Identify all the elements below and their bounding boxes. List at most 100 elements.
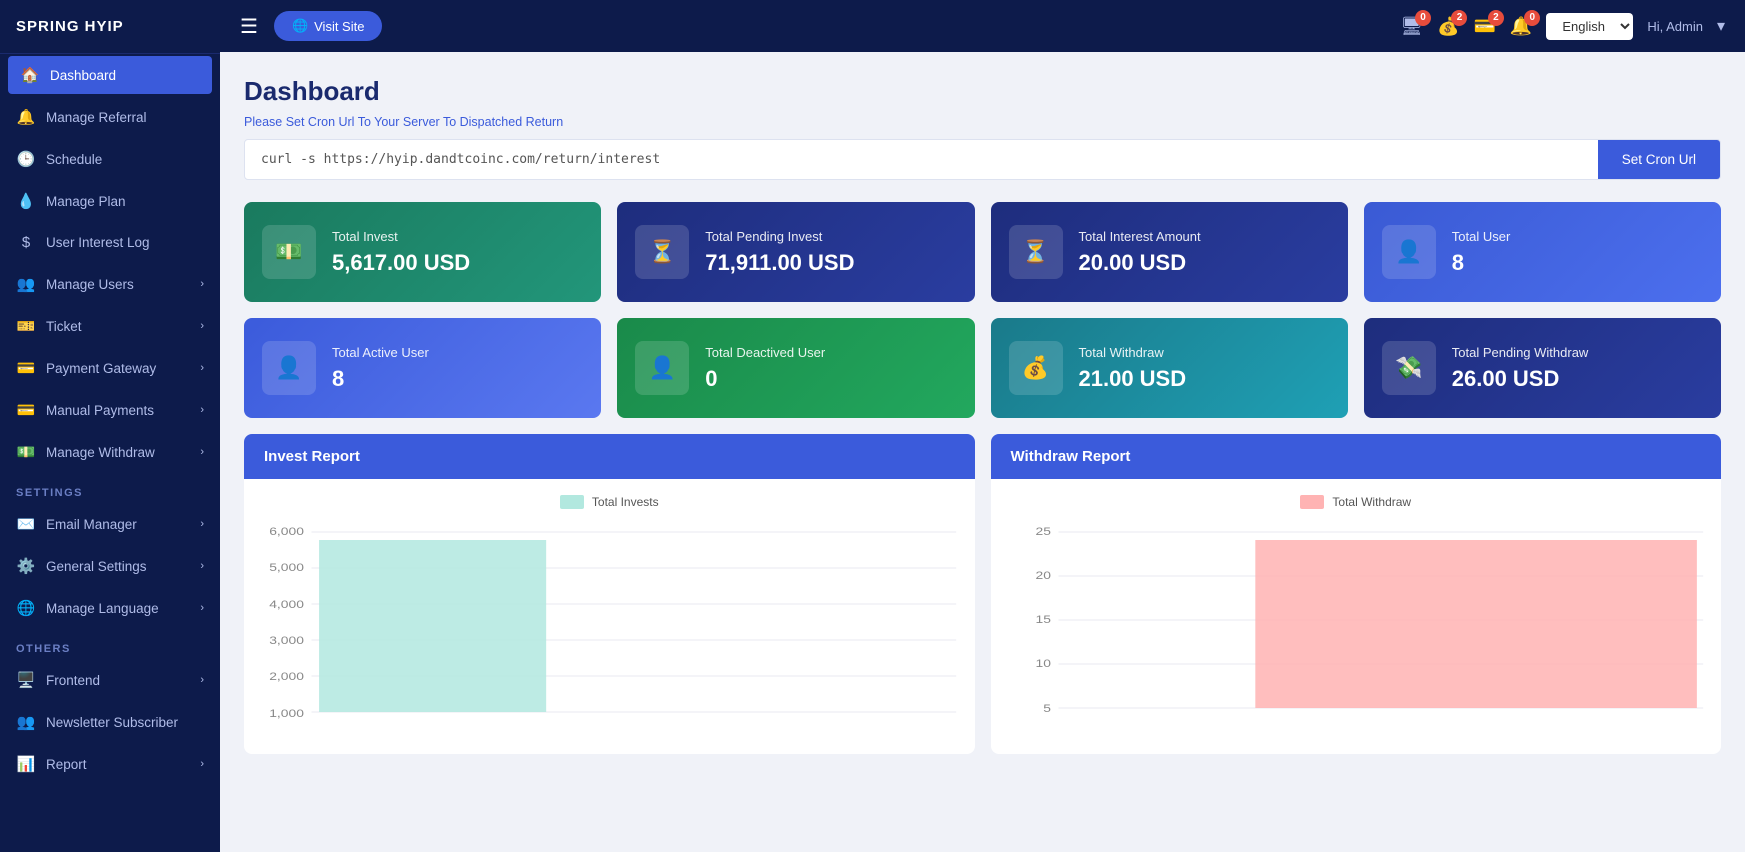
sidebar-item-manage-language[interactable]: 🌐 Manage Language › <box>0 587 220 629</box>
ticket-icon: 🎫 <box>16 317 36 335</box>
settings-section-label: SETTINGS <box>0 473 220 503</box>
chevron-right-icon: › <box>200 674 204 686</box>
sidebar-item-ticket[interactable]: 🎫 Ticket › <box>0 305 220 347</box>
sidebar-item-label: Newsletter Subscriber <box>46 715 178 730</box>
app-logo: SPRING HYIP <box>0 0 220 54</box>
cron-bar: curl -s https://hyip.dandtcoinc.com/retu… <box>244 139 1721 180</box>
stat-value: 5,617.00 USD <box>332 250 583 276</box>
sidebar-item-manage-referral[interactable]: 🔔 Manage Referral <box>0 96 220 138</box>
sidebar-item-label: Payment Gateway <box>46 361 156 376</box>
chevron-right-icon: › <box>200 320 204 332</box>
dashboard-icon: 🏠 <box>20 66 40 84</box>
hamburger-icon[interactable]: ☰ <box>240 14 258 39</box>
stat-value: 71,911.00 USD <box>705 250 956 276</box>
sidebar-item-label: Dashboard <box>50 68 116 83</box>
sidebar-item-label: User Interest Log <box>46 235 150 250</box>
sidebar-item-label: Manage Language <box>46 601 159 616</box>
user-icon: 👤 <box>1382 225 1436 279</box>
manual-payment-icon: 💳 <box>16 401 36 419</box>
stat-card-total-withdraw: 💰 Total Withdraw 21.00 USD <box>991 318 1348 418</box>
svg-text:5: 5 <box>1043 702 1051 714</box>
email-icon: ✉️ <box>16 515 36 533</box>
set-cron-button[interactable]: Set Cron Url <box>1598 140 1720 179</box>
invest-chart-body: Total Invests 6,000 5,000 4,000 3,000 2,… <box>244 479 975 754</box>
stat-card-total-invest: 💵 Total Invest 5,617.00 USD <box>244 202 601 302</box>
chevron-right-icon: › <box>200 404 204 416</box>
wallet-badge: 2 <box>1451 10 1467 26</box>
sidebar-item-user-interest-log[interactable]: $ User Interest Log <box>0 222 220 263</box>
stat-value: 21.00 USD <box>1079 366 1330 392</box>
frontend-icon: 🖥️ <box>16 671 36 689</box>
monitor-badge: 0 <box>1415 10 1431 26</box>
card-icon-wrap[interactable]: 💳 2 <box>1473 16 1495 37</box>
svg-text:3,000: 3,000 <box>269 634 304 646</box>
sidebar-item-manual-payments[interactable]: 💳 Manual Payments › <box>0 389 220 431</box>
stat-label: Total Interest Amount <box>1079 229 1330 244</box>
chevron-right-icon: › <box>200 518 204 530</box>
sidebar: SPRING HYIP 🏠 Dashboard 🔔 Manage Referra… <box>0 0 220 852</box>
sidebar-item-manage-plan[interactable]: 💧 Manage Plan <box>0 180 220 222</box>
sidebar-item-label: Manage Referral <box>46 110 147 125</box>
sidebar-item-dashboard[interactable]: 🏠 Dashboard <box>8 56 212 94</box>
pink-legend-box <box>1300 495 1324 509</box>
stat-value: 8 <box>1452 250 1703 276</box>
chevron-down-icon[interactable]: ▾ <box>1717 16 1725 36</box>
admin-label: Hi, Admin <box>1647 19 1703 34</box>
sidebar-item-newsletter-subscriber[interactable]: 👥 Newsletter Subscriber <box>0 701 220 743</box>
chevron-right-icon: › <box>200 560 204 572</box>
sidebar-nav: 🏠 Dashboard 🔔 Manage Referral 🕒 Schedule… <box>0 54 220 852</box>
stat-card-deactivated-user: 👤 Total Deactived User 0 <box>617 318 974 418</box>
sidebar-item-general-settings[interactable]: ⚙️ General Settings › <box>0 545 220 587</box>
cron-command: curl -s https://hyip.dandtcoinc.com/retu… <box>245 142 1598 177</box>
withdraw-legend-label: Total Withdraw <box>1332 495 1411 509</box>
topbar: ☰ 🌐 Visit Site 🖥 0 💰 2 💳 2 🔔 0 En <box>220 0 1745 52</box>
stat-card-pending-withdraw: 💸 Total Pending Withdraw 26.00 USD <box>1364 318 1721 418</box>
sidebar-item-label: Ticket <box>46 319 82 334</box>
svg-text:1,000: 1,000 <box>269 707 304 719</box>
sidebar-item-label: Email Manager <box>46 517 137 532</box>
svg-text:6,000: 6,000 <box>269 525 304 537</box>
stat-label: Total Pending Invest <box>705 229 956 244</box>
sidebar-item-payment-gateway[interactable]: 💳 Payment Gateway › <box>0 347 220 389</box>
users-icon: 👥 <box>16 275 36 293</box>
svg-text:2,000: 2,000 <box>269 670 304 682</box>
sidebar-item-label: Manage Plan <box>46 194 126 209</box>
visit-site-button[interactable]: 🌐 Visit Site <box>274 11 383 41</box>
content-area: Dashboard Please Set Cron Url To Your Se… <box>220 52 1745 852</box>
sidebar-item-label: Manage Withdraw <box>46 445 155 460</box>
wallet-icon-wrap[interactable]: 💰 2 <box>1437 16 1459 37</box>
invest-report-header: Invest Report <box>244 434 975 479</box>
invest-icon: 💵 <box>262 225 316 279</box>
sidebar-item-label: Schedule <box>46 152 102 167</box>
sidebar-item-schedule[interactable]: 🕒 Schedule <box>0 138 220 180</box>
stats-row-2: 👤 Total Active User 8 👤 Total Deactived … <box>244 318 1721 418</box>
sidebar-item-report[interactable]: 📊 Report › <box>0 743 220 785</box>
withdraw-report-card: Withdraw Report Total Withdraw 25 20 15 … <box>991 434 1722 754</box>
chevron-right-icon: › <box>200 278 204 290</box>
monitor-icon-wrap[interactable]: 🖥 0 <box>1400 16 1423 37</box>
svg-text:10: 10 <box>1035 657 1050 669</box>
bell-icon-wrap[interactable]: 🔔 0 <box>1510 16 1532 37</box>
sidebar-item-email-manager[interactable]: ✉️ Email Manager › <box>0 503 220 545</box>
cron-notice: Please Set Cron Url To Your Server To Di… <box>244 115 1721 129</box>
invest-legend-label: Total Invests <box>592 495 659 509</box>
stat-value: 0 <box>705 366 956 392</box>
svg-text:25: 25 <box>1035 525 1050 537</box>
withdraw-report-header: Withdraw Report <box>991 434 1722 479</box>
stat-value: 8 <box>332 366 583 392</box>
language-select[interactable]: English French <box>1546 13 1633 40</box>
stats-row-1: 💵 Total Invest 5,617.00 USD ⏳ Total Pend… <box>244 202 1721 302</box>
gear-icon: ⚙️ <box>16 557 36 575</box>
stat-value: 20.00 USD <box>1079 250 1330 276</box>
stat-label: Total Active User <box>332 345 583 360</box>
others-section-label: OTHERS <box>0 629 220 659</box>
sidebar-item-frontend[interactable]: 🖥️ Frontend › <box>0 659 220 701</box>
topbar-right: 🖥 0 💰 2 💳 2 🔔 0 English French Hi, Admin… <box>1400 13 1725 40</box>
stat-card-total-user: 👤 Total User 8 <box>1364 202 1721 302</box>
sidebar-item-manage-users[interactable]: 👥 Manage Users › <box>0 263 220 305</box>
pending-invest-icon: ⏳ <box>635 225 689 279</box>
stat-card-pending-invest: ⏳ Total Pending Invest 71,911.00 USD <box>617 202 974 302</box>
active-user-icon: 👤 <box>262 341 316 395</box>
sidebar-item-manage-withdraw[interactable]: 💵 Manage Withdraw › <box>0 431 220 473</box>
withdraw-chart-legend: Total Withdraw <box>1003 491 1710 517</box>
